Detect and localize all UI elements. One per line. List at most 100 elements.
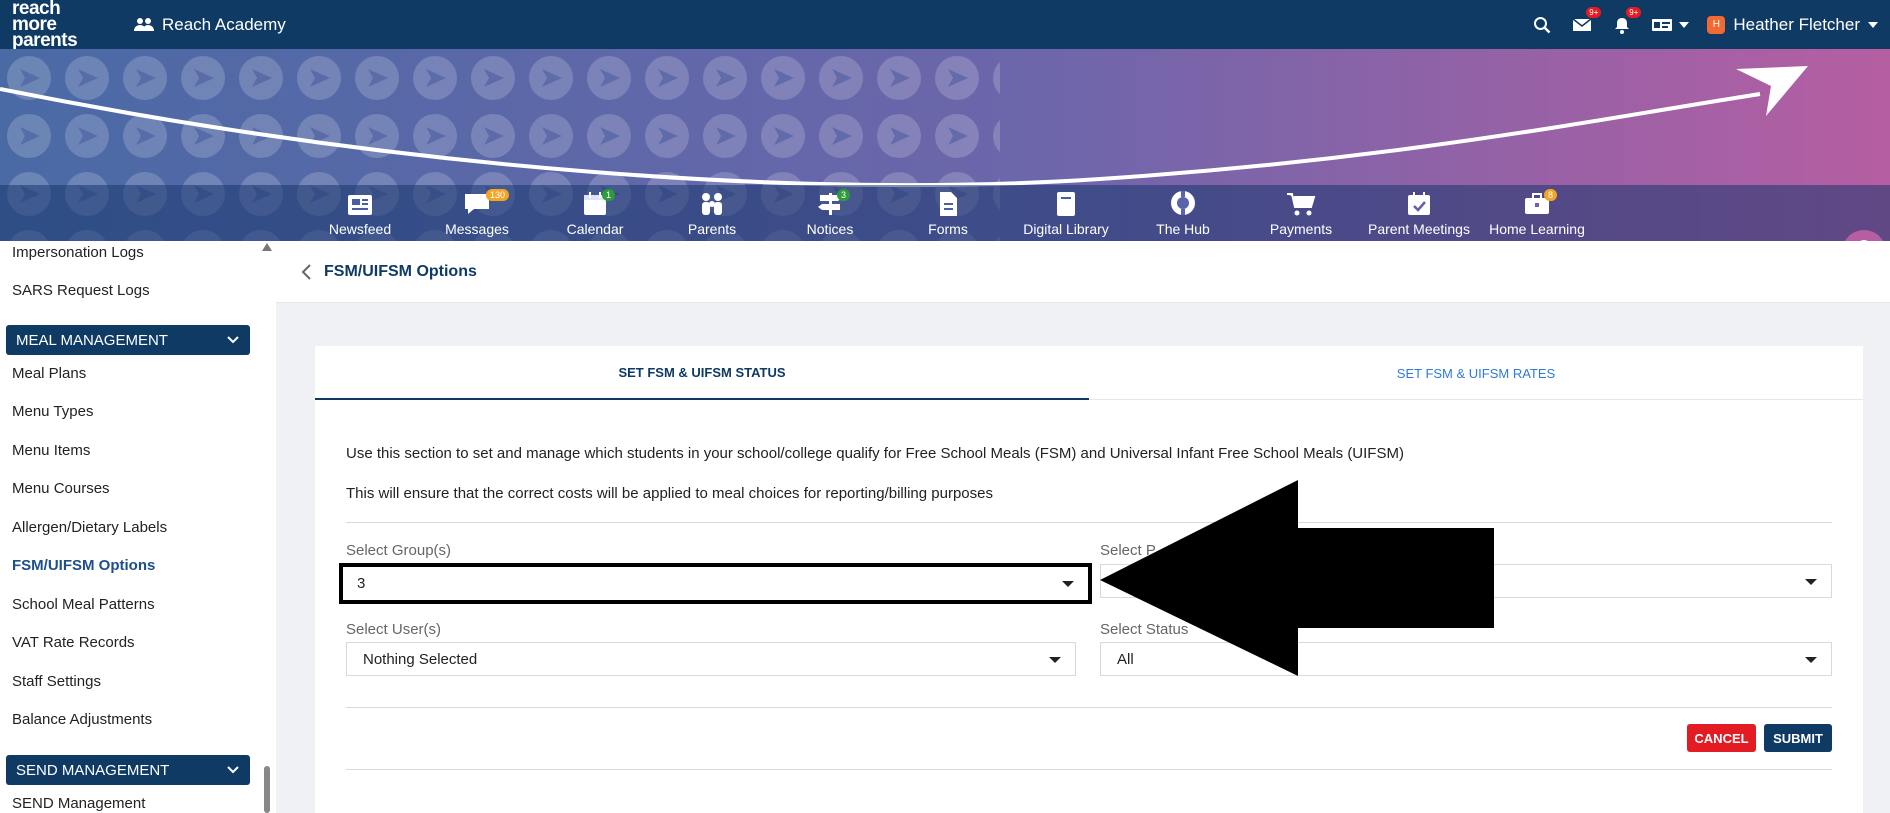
section-label: SEND MANAGEMENT — [16, 761, 170, 779]
sidebar-item-allergen-labels[interactable]: Allergen/Dietary Labels — [12, 519, 167, 536]
back-arrow-icon[interactable] — [300, 263, 312, 281]
id-card-menu[interactable] — [1651, 14, 1690, 36]
sidebar-item-impersonation-logs[interactable]: Impersonation Logs — [12, 244, 144, 261]
chevron-down-icon — [227, 336, 239, 344]
users-label: Select User(s) — [346, 621, 442, 638]
nav-notices[interactable]: 3 Notices — [775, 185, 885, 241]
divider — [346, 522, 1832, 523]
bell-icon — [1615, 17, 1630, 34]
tab-set-rates[interactable]: SET FSM & UIFSM RATES — [1089, 346, 1863, 400]
nav-badge: 3 — [837, 189, 851, 201]
sidebar-item-meal-plans[interactable]: Meal Plans — [12, 365, 86, 382]
caret-down-icon — [1062, 581, 1074, 587]
nav-label: Notices — [806, 221, 854, 237]
nav-label: Newsfeed — [328, 221, 392, 237]
user-name: Heather Fletcher — [1733, 14, 1860, 34]
nav-home-learning[interactable]: 8 Home Learning — [1482, 185, 1592, 241]
caret-down-icon — [1049, 657, 1061, 663]
nav-parents[interactable]: Parents — [657, 185, 767, 241]
school-switcher[interactable]: Reach Academy — [134, 15, 286, 35]
sidebar-item-menu-items[interactable]: Menu Items — [12, 442, 90, 459]
description-line-2: This will ensure that the correct costs … — [346, 485, 993, 502]
sidebar-section-meal-management[interactable]: MEAL MANAGEMENT — [6, 325, 250, 355]
nav-the-hub[interactable]: The Hub — [1128, 185, 1238, 241]
nav-digital-library[interactable]: Digital Library — [1011, 185, 1121, 241]
sidebar-item-sars-request-logs[interactable]: SARS Request Logs — [12, 282, 150, 299]
search-button[interactable] — [1531, 14, 1553, 36]
cancel-button[interactable]: CANCEL — [1687, 724, 1756, 752]
sidebar: Impersonation Logs SARS Request Logs MEA… — [0, 241, 276, 813]
brand-logo[interactable]: reach more parents — [12, 0, 108, 51]
top-right-actions: 9+ 9+ H Heather Fletcher — [1531, 0, 1878, 49]
nav-label: Home Learning — [1489, 221, 1585, 237]
nav-messages[interactable]: 130 Messages — [422, 185, 532, 241]
main-nav: Newsfeed 130 Messages 1 Calendar Parents… — [0, 185, 1890, 241]
top-bar: reach more parents Reach Academy 9+ 9+ H… — [0, 0, 1890, 51]
nav-badge: 8 — [1544, 189, 1558, 201]
nav-label: Parents — [687, 221, 737, 237]
messages-button[interactable]: 9+ — [1571, 6, 1602, 36]
scroll-up-arrow-icon[interactable] — [262, 243, 272, 251]
sidebar-item-fsm-uifsm-options[interactable]: FSM/UIFSM Options — [12, 557, 155, 574]
sidebar-item-send-management[interactable]: SEND Management — [12, 795, 145, 812]
nav-label: Forms — [928, 221, 968, 237]
nav-label: Parent Meetings — [1368, 221, 1470, 237]
newspaper-icon — [348, 195, 372, 215]
sidebar-item-menu-types[interactable]: Menu Types — [12, 403, 93, 420]
document-icon — [940, 192, 957, 216]
nav-label: Payments — [1269, 221, 1333, 237]
search-icon — [1534, 16, 1551, 33]
nav-label: The Hub — [1156, 221, 1210, 237]
school-name: Reach Academy — [162, 14, 286, 34]
messages-badge: 9+ — [1586, 6, 1602, 18]
sidebar-item-menu-courses[interactable]: Menu Courses — [12, 480, 110, 497]
sidebar-scrollbar[interactable] — [264, 766, 270, 813]
fsm-options-card: SET FSM & UIFSM STATUS SET FSM & UIFSM R… — [315, 346, 1863, 813]
description-line-1: Use this section to set and manage which… — [346, 445, 1404, 462]
calendar-check-icon — [1408, 192, 1430, 215]
brand-line-1: reach more — [12, 0, 61, 35]
section-label: MEAL MANAGEMENT — [16, 331, 168, 349]
nav-parent-meetings[interactable]: Parent Meetings — [1364, 185, 1474, 241]
users-icon — [134, 17, 154, 31]
nav-newsfeed[interactable]: Newsfeed — [305, 185, 415, 241]
caret-down-icon — [1868, 21, 1878, 28]
lifebuoy-icon — [1171, 191, 1195, 215]
users-value: Nothing Selected — [363, 650, 478, 668]
caret-down-icon — [1805, 657, 1817, 663]
sidebar-section-send-management[interactable]: SEND MANAGEMENT — [6, 755, 250, 785]
sidebar-item-school-meal-patterns[interactable]: School Meal Patterns — [12, 596, 155, 613]
book-icon — [1057, 192, 1075, 216]
cart-icon — [1287, 193, 1316, 216]
groups-label: Select Group(s) — [346, 542, 452, 559]
nav-badge: 130 — [486, 189, 510, 201]
notifications-button[interactable]: 9+ — [1611, 6, 1642, 36]
sidebar-item-staff-settings[interactable]: Staff Settings — [12, 673, 101, 690]
sidebar-item-balance-adjustments[interactable]: Balance Adjustments — [12, 711, 152, 728]
user-avatar: H — [1707, 15, 1726, 34]
caret-down-icon — [1679, 21, 1690, 28]
notifications-badge: 9+ — [1626, 6, 1642, 18]
family-icon — [702, 193, 722, 215]
page-header: FSM/UIFSM Options — [276, 241, 1890, 303]
sidebar-item-vat-rate-records[interactable]: VAT Rate Records — [12, 634, 135, 651]
user-menu[interactable]: H Heather Fletcher — [1707, 15, 1878, 35]
nav-forms[interactable]: Forms — [893, 185, 1003, 241]
envelope-icon — [1572, 17, 1592, 31]
tab-set-status[interactable]: SET FSM & UIFSM STATUS — [315, 346, 1089, 400]
brand-line-2: parents — [12, 29, 78, 51]
chevron-down-icon — [227, 766, 239, 774]
groups-select[interactable]: 3 — [339, 563, 1092, 604]
tab-bar: SET FSM & UIFSM STATUS SET FSM & UIFSM R… — [315, 346, 1863, 400]
groups-value: 3 — [357, 575, 366, 592]
nav-calendar[interactable]: 1 Calendar — [540, 185, 650, 241]
nav-label: Digital Library — [1023, 221, 1109, 237]
nav-label: Calendar — [566, 221, 624, 237]
users-select[interactable]: Nothing Selected — [346, 642, 1076, 676]
nav-label: Messages — [445, 221, 509, 237]
id-card-icon — [1652, 18, 1673, 31]
annotation-arrow-icon — [1100, 480, 1494, 676]
page-title: FSM/UIFSM Options — [324, 262, 477, 280]
nav-payments[interactable]: Payments — [1246, 185, 1356, 241]
submit-button[interactable]: SUBMIT — [1764, 724, 1832, 752]
